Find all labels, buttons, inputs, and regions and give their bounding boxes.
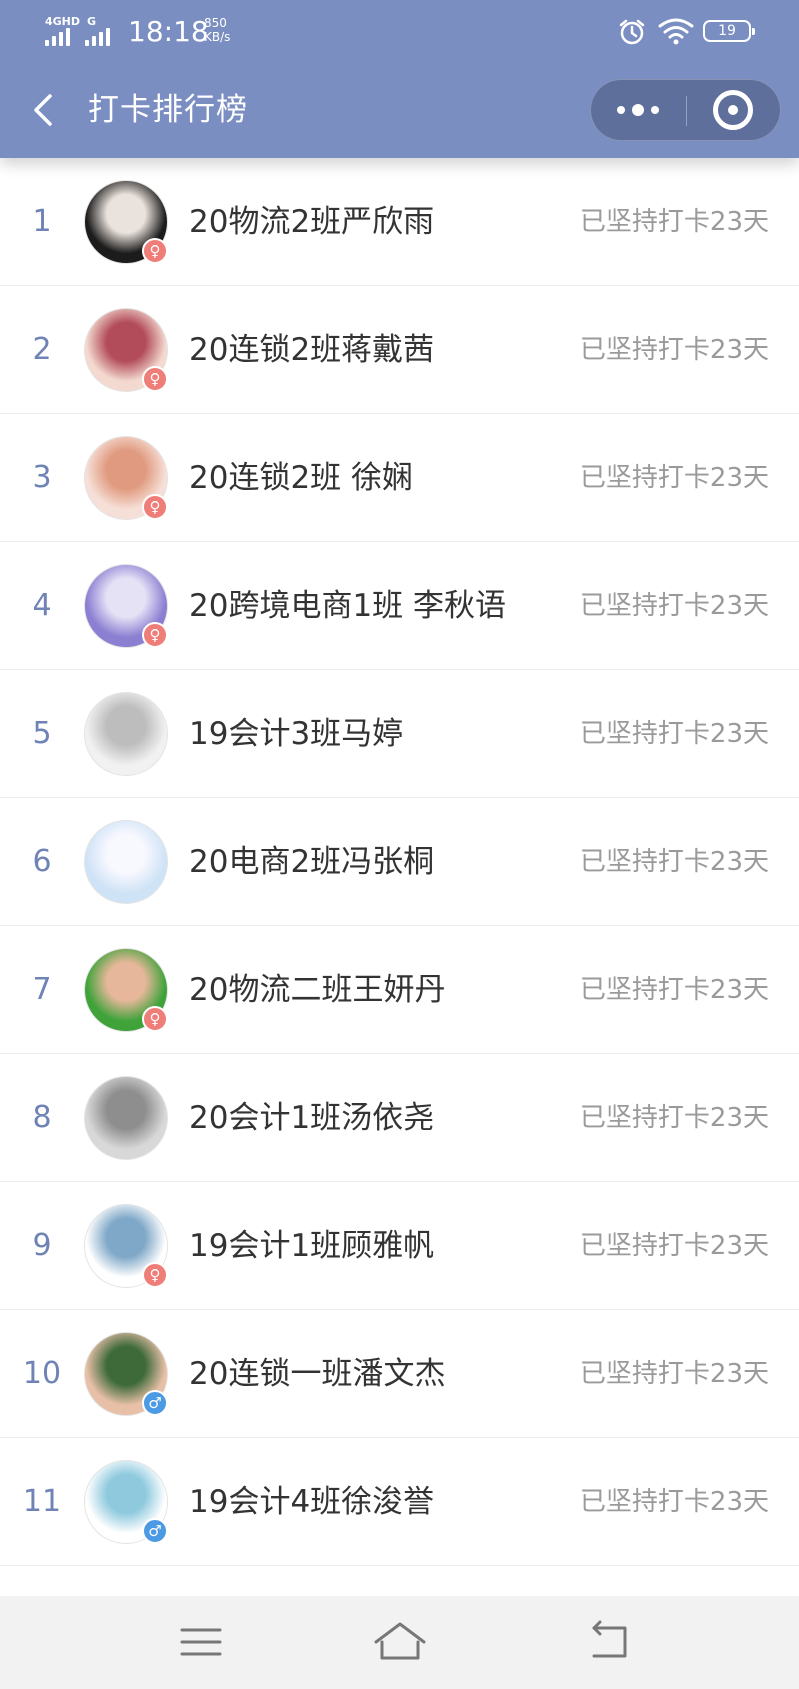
close-button[interactable] — [687, 80, 781, 140]
checkin-streak: 已坚持打卡23天 — [579, 719, 769, 749]
avatar[interactable] — [84, 1076, 168, 1160]
leaderboard-row[interactable]: 9 ♀ 19会计1班顾雅帆 已坚持打卡23天 — [0, 1182, 799, 1310]
member-name: 20物流2班严欣雨 — [189, 204, 435, 240]
status-bar: 4GHD G 18:18 850 KB/s 19 — [0, 0, 799, 64]
checkin-streak: 已坚持打卡23天 — [579, 1103, 769, 1133]
rank-number: 11 — [22, 1484, 62, 1519]
male-gender-icon: ♂ — [142, 1390, 168, 1416]
checkin-streak: 已坚持打卡23天 — [579, 975, 769, 1005]
leaderboard-row[interactable]: 7 ♀ 20物流二班王妍丹 已坚持打卡23天 — [0, 926, 799, 1054]
wifi-icon — [658, 17, 694, 49]
leaderboard-list: 1 ♀ 20物流2班严欣雨 已坚持打卡23天 2 ♀ 20连锁2班蒋戴茜 已坚持打卡23天 3 ♀… — [0, 158, 799, 1566]
female-gender-icon: ♀ — [142, 366, 168, 392]
checkin-streak: 已坚持打卡23天 — [579, 1487, 769, 1517]
rank-number: 4 — [32, 588, 52, 623]
checkin-streak: 已坚持打卡23天 — [579, 335, 769, 365]
member-name: 20连锁2班 徐娴 — [189, 460, 414, 496]
more-button[interactable] — [591, 80, 686, 140]
member-name: 19会计1班顾雅帆 — [189, 1228, 435, 1264]
checkin-streak: 已坚持打卡23天 — [579, 207, 769, 237]
avatar[interactable] — [84, 820, 168, 904]
female-gender-icon: ♀ — [142, 238, 168, 264]
rank-number: 5 — [32, 716, 52, 751]
female-gender-icon: ♀ — [142, 622, 168, 648]
battery-indicator: 19 — [703, 20, 755, 42]
system-nav-bar — [0, 1596, 799, 1689]
checkin-streak: 已坚持打卡23天 — [579, 591, 769, 621]
leaderboard-row[interactable]: 10 ♂ 20连锁一班潘文杰 已坚持打卡23天 — [0, 1310, 799, 1438]
menu-button[interactable] — [161, 1612, 241, 1672]
member-name: 20电商2班冯张桐 — [189, 844, 435, 880]
female-gender-icon: ♀ — [142, 1262, 168, 1288]
mini-program-capsule — [590, 79, 781, 141]
rank-number: 10 — [22, 1356, 62, 1391]
app-header: 4GHD G 18:18 850 KB/s 19 打卡排行榜 — [0, 0, 799, 158]
status-time: 18:18 — [128, 15, 209, 48]
return-icon — [592, 1620, 627, 1658]
member-name: 20物流二班王妍丹 — [189, 972, 446, 1008]
avatar[interactable] — [84, 692, 168, 776]
network-speed-unit: KB/s — [204, 30, 231, 44]
back-button[interactable] — [26, 88, 66, 132]
alarm-icon — [618, 18, 646, 50]
leaderboard-row[interactable]: 2 ♀ 20连锁2班蒋戴茜 已坚持打卡23天 — [0, 286, 799, 414]
female-gender-icon: ♀ — [142, 1006, 168, 1032]
member-name: 20会计1班汤依尧 — [189, 1100, 435, 1136]
page-title: 打卡排行榜 — [88, 92, 248, 128]
network-speed-value: 850 — [204, 16, 227, 30]
rank-number: 2 — [32, 332, 52, 367]
checkin-streak: 已坚持打卡23天 — [579, 1359, 769, 1389]
target-circle-icon — [713, 90, 753, 130]
rank-number: 3 — [32, 460, 52, 495]
female-gender-icon: ♀ — [142, 494, 168, 520]
leaderboard-row[interactable]: 3 ♀ 20连锁2班 徐娴 已坚持打卡23天 — [0, 414, 799, 542]
rank-number: 1 — [32, 204, 52, 239]
member-name: 20跨境电商1班 李秋语 — [189, 588, 507, 624]
leaderboard-row[interactable]: 4 ♀ 20跨境电商1班 李秋语 已坚持打卡23天 — [0, 542, 799, 670]
checkin-streak: 已坚持打卡23天 — [579, 463, 769, 493]
chevron-left-icon — [34, 94, 52, 126]
male-gender-icon: ♂ — [142, 1518, 168, 1544]
nav-back-button[interactable] — [569, 1612, 649, 1672]
network-type-label: G — [87, 15, 97, 28]
member-name: 20连锁2班蒋戴茜 — [189, 332, 435, 368]
leaderboard-row[interactable]: 5 19会计3班马婷 已坚持打卡23天 — [0, 670, 799, 798]
home-icon — [374, 1622, 426, 1660]
checkin-streak: 已坚持打卡23天 — [579, 1231, 769, 1261]
rank-number: 8 — [32, 1100, 52, 1135]
member-name: 19会计4班徐浚誉 — [189, 1484, 435, 1520]
member-name: 20连锁一班潘文杰 — [189, 1356, 446, 1392]
rank-number: 6 — [32, 844, 52, 879]
checkin-streak: 已坚持打卡23天 — [579, 847, 769, 877]
rank-number: 9 — [32, 1228, 52, 1263]
network-type-label: 4GHD — [45, 15, 81, 28]
network-speed: 850 KB/s — [204, 16, 230, 44]
menu-icon — [180, 1628, 222, 1656]
leaderboard-row[interactable]: 11 ♂ 19会计4班徐浚誉 已坚持打卡23天 — [0, 1438, 799, 1566]
leaderboard-row[interactable]: 8 20会计1班汤依尧 已坚持打卡23天 — [0, 1054, 799, 1182]
member-name: 19会计3班马婷 — [189, 716, 404, 752]
leaderboard-row[interactable]: 6 20电商2班冯张桐 已坚持打卡23天 — [0, 798, 799, 926]
rank-number: 7 — [32, 972, 52, 1007]
home-button[interactable] — [360, 1612, 440, 1672]
leaderboard-row[interactable]: 1 ♀ 20物流2班严欣雨 已坚持打卡23天 — [0, 158, 799, 286]
